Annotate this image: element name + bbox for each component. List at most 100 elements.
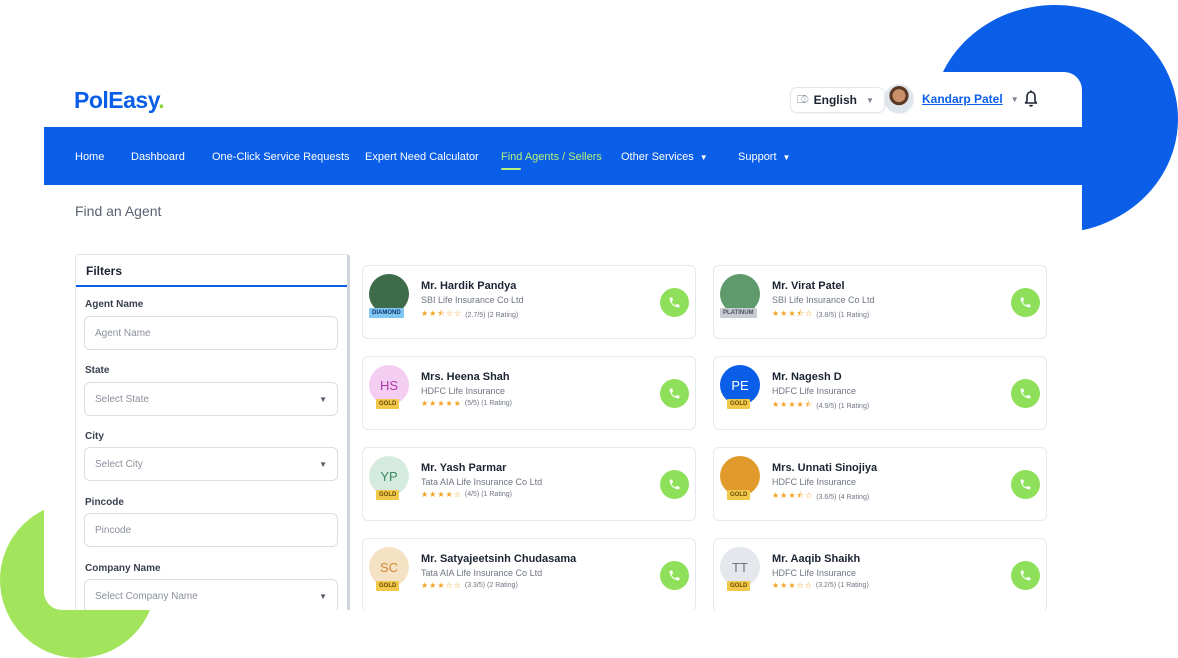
agent-name-input[interactable]: Agent Name <box>84 316 338 350</box>
phone-icon <box>669 388 680 399</box>
chevron-down-icon: ▼ <box>782 153 791 162</box>
agent-card[interactable]: PLATINUM Mr. Virat Patel SBI Life Insuranc… <box>713 265 1047 339</box>
screen: PolEasy. ⎄ English ▼ Kandarp Patel ▼ Hom… <box>0 0 1178 658</box>
star-rating-icon: ★★⯪☆☆ <box>421 309 463 318</box>
agent-tier-badge: GOLD <box>376 399 400 409</box>
bell-icon[interactable] <box>1024 90 1038 108</box>
agent-card[interactable]: HS GOLD Mrs. Heena Shah HDFC Life Insurance… <box>362 356 696 430</box>
chevron-down-icon: ▼ <box>319 459 327 469</box>
call-button[interactable] <box>1011 379 1040 408</box>
nav-support[interactable]: Support ▼ <box>738 151 790 163</box>
agent-initials: TT <box>732 559 748 575</box>
star-rating-icon: ★★★★☆ <box>421 490 462 499</box>
call-button[interactable] <box>1011 470 1040 499</box>
star-rating-icon: ★★★⯪☆ <box>772 309 814 318</box>
phone-icon <box>669 570 680 581</box>
state-label: State <box>85 365 110 376</box>
agent-company: HDFC Life Insurance <box>421 386 506 396</box>
star-rating-icon: ★★★☆☆ <box>772 581 813 590</box>
agent-name[interactable]: Mrs. Unnati Sinojiya <box>772 462 877 474</box>
phone-icon <box>669 297 680 308</box>
call-button[interactable] <box>1011 288 1040 317</box>
agent-name[interactable]: Mr. Aaqib Shaikh <box>772 553 860 565</box>
agent-name[interactable]: Mr. Satyajeetsinh Chudasama <box>421 553 576 565</box>
nav-dashboard[interactable]: Dashboard <box>131 151 185 163</box>
agent-company: HDFC Life Insurance <box>772 386 857 396</box>
agent-name-placeholder: Agent Name <box>95 327 151 339</box>
phone-icon <box>669 479 680 490</box>
nav-support-label: Support <box>738 151 777 163</box>
header: PolEasy. ⎄ English ▼ Kandarp Patel ▼ <box>44 72 1082 127</box>
nav-home[interactable]: Home <box>75 151 104 163</box>
user-menu[interactable]: Kandarp Patel ▼ <box>884 84 1019 114</box>
agent-rating: ★★★★★ (5/5) (1 Rating) <box>421 399 512 408</box>
logo-text: PolEasy <box>74 87 159 113</box>
logo-dot: . <box>158 87 165 113</box>
agent-tier-badge: PLATINUM <box>720 308 757 318</box>
agent-card[interactable]: TT GOLD Mr. Aaqib Shaikh HDFC Life Insuranc… <box>713 538 1047 610</box>
agent-company: SBI Life Insurance Co Ltd <box>772 295 875 305</box>
call-button[interactable] <box>660 561 689 590</box>
nav-expert-calculator[interactable]: Expert Need Calculator <box>365 151 479 163</box>
agent-card[interactable]: YP GOLD Mr. Yash Parmar Tata AIA Life Insur… <box>362 447 696 521</box>
agent-rating-text: (4/5) (1 Rating) <box>464 491 512 498</box>
company-name-placeholder: Select Company Name <box>95 590 198 602</box>
nav-find-agents[interactable]: Find Agents / Sellers <box>501 151 602 170</box>
agent-name[interactable]: Mr. Yash Parmar <box>421 462 506 474</box>
filters-panel: Filters Agent Name Agent Name State Sele… <box>75 254 350 610</box>
agent-initials: HS <box>379 377 399 393</box>
star-rating-icon: ★★★★⯪ <box>772 400 814 409</box>
agent-rating: ★★★⯪☆ (3.8/5) (1 Rating) <box>772 308 869 322</box>
agent-initials: YP <box>380 468 398 484</box>
company-name-select[interactable]: Select Company Name ▼ <box>84 579 338 610</box>
agent-rating: ★★⯪☆☆ (2.7/5) (2 Rating) <box>421 308 518 322</box>
agent-card[interactable]: GOLD Mrs. Unnati Sinojiya HDFC Life Insura… <box>713 447 1047 521</box>
main-nav: Home Dashboard One-Click Service Request… <box>44 127 1082 185</box>
call-button[interactable] <box>660 288 689 317</box>
agent-name[interactable]: Mrs. Heena Shah <box>421 371 510 383</box>
agent-tier-badge: GOLD <box>727 581 751 591</box>
agent-rating-text: (2.7/5) (2 Rating) <box>465 311 519 319</box>
translate-icon: ⎄ <box>797 93 809 106</box>
phone-icon <box>1020 479 1031 490</box>
nav-one-click-service[interactable]: One-Click Service Requests <box>212 151 350 163</box>
agent-tier-badge: GOLD <box>376 581 400 591</box>
phone-icon <box>1020 297 1031 308</box>
agent-rating-text: (3.8/5) (1 Rating) <box>816 311 870 319</box>
call-button[interactable] <box>1011 561 1040 590</box>
user-name[interactable]: Kandarp Patel <box>922 92 1003 106</box>
filters-title: Filters <box>76 255 347 287</box>
agent-rating: ★★★⯪☆ (3.6/5) (4 Rating) <box>772 490 869 504</box>
city-label: City <box>85 431 104 442</box>
agent-name[interactable]: Mr. Hardik Pandya <box>421 280 516 292</box>
city-select[interactable]: Select City ▼ <box>84 447 338 481</box>
agent-name-label: Agent Name <box>85 299 144 310</box>
agent-card[interactable]: SC GOLD Mr. Satyajeetsinh Chudasama Tata AI… <box>362 538 696 610</box>
agent-card[interactable]: PE GOLD Mr. Nagesh D HDFC Life Insurance ★★★… <box>713 356 1047 430</box>
agent-tier-badge: DIAMOND <box>369 308 404 318</box>
call-button[interactable] <box>660 470 689 499</box>
call-button[interactable] <box>660 379 689 408</box>
nav-other-services[interactable]: Other Services ▼ <box>621 151 708 163</box>
agent-tier-badge: GOLD <box>376 490 400 500</box>
logo[interactable]: PolEasy. <box>74 87 165 114</box>
agent-rating: ★★★☆☆ (3.3/5) (2 Rating) <box>421 581 518 590</box>
agent-company: SBI Life Insurance Co Ltd <box>421 295 524 305</box>
agent-name[interactable]: Mr. Nagesh D <box>772 371 842 383</box>
city-placeholder: Select City <box>95 458 143 470</box>
agent-name[interactable]: Mr. Virat Patel <box>772 280 845 292</box>
agent-rating-text: (3.6/5) (4 Rating) <box>816 493 870 501</box>
agent-tier-badge: GOLD <box>727 490 751 500</box>
agent-company: Tata AIA Life Insurance Co Ltd <box>421 568 543 578</box>
pincode-input[interactable]: Pincode <box>84 513 338 547</box>
agent-card[interactable]: DIAMOND Mr. Hardik Pandya SBI Life Insuran… <box>362 265 696 339</box>
state-select[interactable]: Select State ▼ <box>84 382 338 416</box>
chevron-down-icon: ▼ <box>319 591 327 601</box>
agent-company: HDFC Life Insurance <box>772 477 857 487</box>
agent-initials: PE <box>731 377 749 393</box>
chevron-down-icon: ▼ <box>319 394 327 404</box>
avatar <box>884 84 914 114</box>
agent-rating-text: (5/5) (1 Rating) <box>464 400 512 407</box>
language-selector[interactable]: ⎄ English ▼ <box>790 87 885 113</box>
agent-rating: ★★★★⯪ (4.9/5) (1 Rating) <box>772 399 869 413</box>
